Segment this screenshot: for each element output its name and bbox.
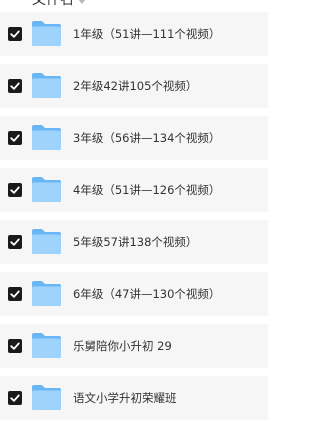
folder-icon [31,176,62,203]
list-item[interactable]: 3年级（56讲—134个视频） [0,116,268,160]
list-item[interactable]: 语文小学升初荣耀班 [0,376,268,420]
folder-icon [31,124,62,151]
checkbox-checked[interactable] [8,287,22,301]
column-header-name[interactable]: 文件名 [0,0,268,8]
file-name[interactable]: 6年级（47讲—130个视频） [73,286,220,302]
folder-icon [31,280,62,307]
column-title: 文件名 [32,0,74,8]
file-list: 1年级（51讲—111个视频） 2年级42讲105个视频） 3年级（56讲—13… [0,12,268,423]
file-name[interactable]: 1年级（51讲—111个视频） [73,26,220,42]
sort-down-icon[interactable] [78,0,86,4]
file-list-page: 文件名 1年级（51讲—111个视频） 2年级42讲105个视频） 3年级（56… [0,0,268,423]
file-name[interactable]: 4年级（51讲—126个视频） [73,182,220,198]
file-name[interactable]: 语文小学升初荣耀班 [73,390,177,406]
file-name[interactable]: 3年级（56讲—134个视频） [73,130,220,146]
file-name[interactable]: 2年级42讲105个视频） [73,78,197,94]
list-item[interactable]: 1年级（51讲—111个视频） [0,12,268,56]
folder-icon [31,332,62,359]
checkbox-checked[interactable] [8,79,22,93]
list-item[interactable]: 6年级（47讲—130个视频） [0,272,268,316]
file-name[interactable]: 乐舅陪你小升初 29 [73,338,172,354]
file-name[interactable]: 5年级57讲138个视频） [73,234,197,250]
list-item[interactable]: 乐舅陪你小升初 29 [0,324,268,368]
checkbox-checked[interactable] [8,391,22,405]
folder-icon [31,72,62,99]
folder-icon [31,20,62,47]
list-item[interactable]: 4年级（51讲—126个视频） [0,168,268,212]
folder-icon [31,228,62,255]
checkbox-checked[interactable] [8,27,22,41]
folder-icon [31,384,62,411]
checkbox-checked[interactable] [8,235,22,249]
checkbox-checked[interactable] [8,183,22,197]
list-item[interactable]: 5年级57讲138个视频） [0,220,268,264]
checkbox-checked[interactable] [8,339,22,353]
list-item[interactable]: 2年级42讲105个视频） [0,64,268,108]
checkbox-checked[interactable] [8,131,22,145]
